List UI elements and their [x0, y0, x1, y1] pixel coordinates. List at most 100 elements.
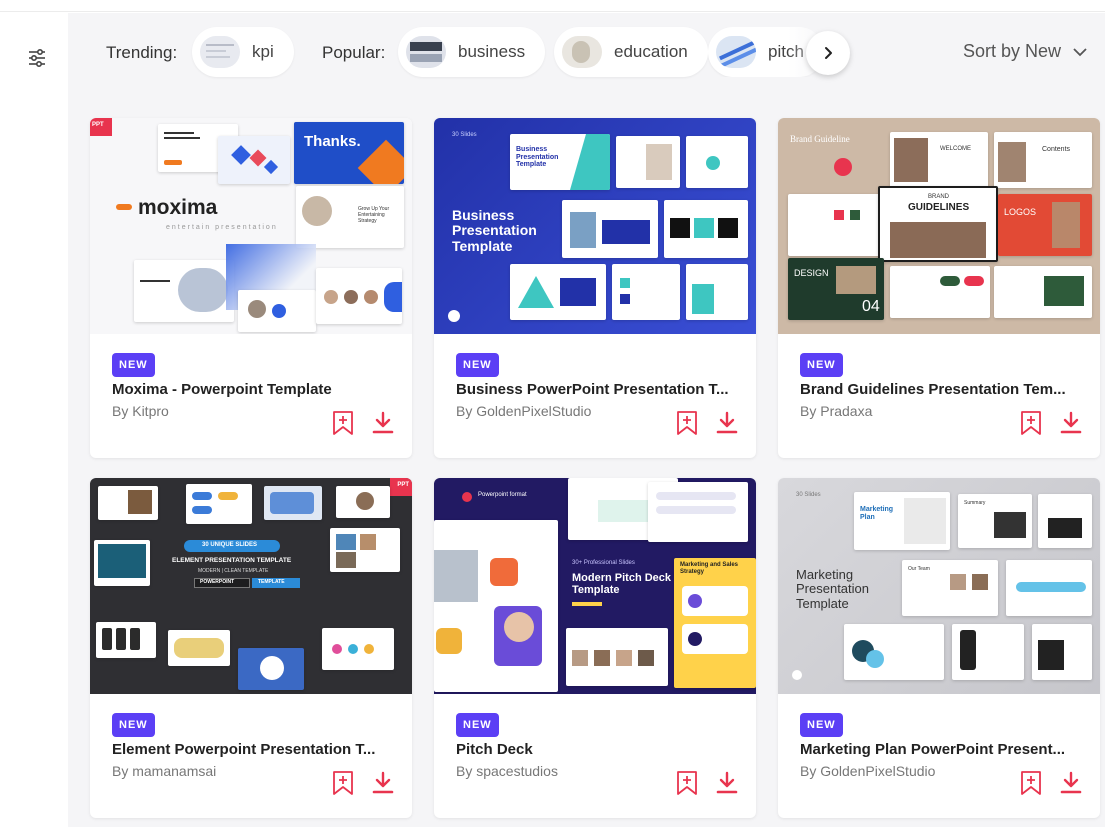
- card-title[interactable]: Element Powerpoint Presentation T...: [112, 741, 397, 758]
- download-icon[interactable]: [714, 770, 740, 796]
- card-author[interactable]: By GoldenPixelStudio: [800, 763, 935, 779]
- cover-text: Business Presentation Template: [516, 146, 559, 169]
- cover-text: Grow Up Your Entertaining Strategy: [358, 206, 390, 224]
- download-icon[interactable]: [370, 770, 396, 796]
- chip-thumbnail: [562, 36, 602, 68]
- cover-slide: [844, 624, 944, 680]
- template-card[interactable]: PPT Thanks. moxima entertain presentatio…: [90, 118, 412, 458]
- cover-subtitle: entertain presentation: [166, 224, 278, 231]
- chip-label: kpi: [252, 42, 274, 61]
- cover-text: Powerpoint format: [478, 492, 527, 498]
- card-title[interactable]: Moxima - Powerpoint Template: [112, 381, 397, 398]
- chip-thumbnail: [716, 36, 756, 68]
- card-cover[interactable]: PPT 30 UNIQUE SLIDES ELEMENT PRESENTATIO…: [90, 478, 412, 694]
- chip-kpi[interactable]: kpi: [192, 27, 294, 77]
- sidebar: [0, 13, 68, 827]
- card-title[interactable]: Business PowerPoint Presentation T...: [456, 381, 741, 398]
- cover-heading: Marketing Presentation Template: [796, 567, 869, 611]
- card-cover[interactable]: 30 Slides Marketing Plan Summary Marketi…: [778, 478, 1100, 694]
- card-author[interactable]: By spacestudios: [456, 763, 558, 779]
- cover-text: TEMPLATE: [258, 579, 285, 585]
- cover-slide: [168, 630, 230, 666]
- cover-slide: [1006, 560, 1092, 616]
- cover-slide: [322, 628, 394, 670]
- cover-text: 30+ Professional Slides: [572, 560, 635, 566]
- template-card[interactable]: 30 Slides Business Presentation Template…: [434, 118, 756, 458]
- sort-dropdown[interactable]: Sort by New: [963, 41, 1087, 62]
- cover-slide: [686, 136, 748, 188]
- cover-text: GUIDELINES: [908, 202, 970, 213]
- card-cover[interactable]: Brand Guideline WELCOME Contents BRAND G…: [778, 118, 1100, 334]
- trending-label: Trending:: [106, 43, 178, 62]
- top-divider: [0, 0, 1105, 12]
- card-author[interactable]: By Pradaxa: [800, 403, 872, 419]
- cover-slide: [238, 290, 316, 332]
- cover-text: POWERPOINT: [200, 579, 235, 585]
- card-cover[interactable]: Powerpoint format 30+ Professional Slide…: [434, 478, 756, 694]
- cover-slide: [1038, 494, 1092, 548]
- new-badge: NEW: [456, 713, 499, 737]
- template-card[interactable]: PPT 30 UNIQUE SLIDES ELEMENT PRESENTATIO…: [90, 478, 412, 818]
- card-author[interactable]: By GoldenPixelStudio: [456, 403, 591, 419]
- cover-slide: Our Team: [902, 560, 998, 616]
- card-title[interactable]: Brand Guidelines Presentation Tem...: [800, 381, 1085, 398]
- bookmark-plus-icon[interactable]: [330, 770, 356, 796]
- bookmark-plus-icon[interactable]: [674, 410, 700, 436]
- download-icon[interactable]: [370, 410, 396, 436]
- cover-slide: LOGOS: [998, 194, 1092, 256]
- bookmark-plus-icon[interactable]: [674, 770, 700, 796]
- cover-text: LOGOS: [1004, 207, 1037, 217]
- cover-text: BRAND: [928, 194, 950, 200]
- new-badge: NEW: [112, 353, 155, 377]
- template-card[interactable]: Brand Guideline WELCOME Contents BRAND G…: [778, 118, 1100, 458]
- chip-label: business: [458, 42, 526, 61]
- new-badge: NEW: [800, 713, 843, 737]
- chevron-right-icon[interactable]: [806, 31, 850, 75]
- cover-text: Thanks.: [304, 133, 361, 150]
- cover-slide: [952, 624, 1024, 680]
- template-card[interactable]: Powerpoint format 30+ Professional Slide…: [434, 478, 756, 818]
- sliders-icon[interactable]: [22, 43, 52, 73]
- chip-thumbnail: [200, 36, 240, 68]
- filter-bar: Trending: kpi Popular: business educatio…: [68, 13, 1105, 93]
- cover-badge: PPT: [397, 482, 409, 488]
- chevron-down-icon: [1073, 41, 1087, 62]
- bookmark-plus-icon[interactable]: [330, 410, 356, 436]
- download-icon[interactable]: [1058, 770, 1084, 796]
- chip-business[interactable]: business: [398, 27, 546, 77]
- cover-slide: Grow Up Your Entertaining Strategy: [296, 186, 404, 248]
- cover-slide: Business Presentation Template: [510, 134, 610, 190]
- cover-slide: [218, 136, 290, 184]
- popular-label: Popular:: [322, 43, 386, 62]
- cover-brand: moxima: [138, 196, 218, 219]
- cover-slide: Contents: [994, 132, 1092, 188]
- chip-education[interactable]: education: [554, 27, 708, 77]
- cover-badge: PPT: [92, 122, 104, 128]
- card-title[interactable]: Pitch Deck: [456, 741, 741, 758]
- download-icon[interactable]: [1058, 410, 1084, 436]
- cover-heading: Modern Pitch Deck Template: [572, 572, 672, 597]
- cover-text: DESIGN: [794, 268, 829, 278]
- card-cover[interactable]: PPT Thanks. moxima entertain presentatio…: [90, 118, 412, 334]
- cover-slide: [788, 194, 884, 256]
- cover-slide: [616, 136, 680, 188]
- bookmark-plus-icon[interactable]: [1018, 410, 1044, 436]
- template-card[interactable]: 30 Slides Marketing Plan Summary Marketi…: [778, 478, 1100, 818]
- cover-slide: Thanks.: [294, 122, 404, 184]
- bookmark-plus-icon[interactable]: [1018, 770, 1044, 796]
- card-cover[interactable]: 30 Slides Business Presentation Template…: [434, 118, 756, 334]
- card-title[interactable]: Marketing Plan PowerPoint Present...: [800, 741, 1085, 758]
- cover-heading: ELEMENT PRESENTATION TEMPLATE: [172, 557, 292, 564]
- card-author[interactable]: By Kitpro: [112, 403, 169, 419]
- cover-slide: [330, 528, 400, 572]
- card-author[interactable]: By mamanamsai: [112, 763, 216, 779]
- new-badge: NEW: [800, 353, 843, 377]
- cover-slide: Summary: [958, 494, 1032, 548]
- cover-text: 04: [862, 298, 880, 315]
- new-badge: NEW: [112, 713, 155, 737]
- download-icon[interactable]: [714, 410, 740, 436]
- cover-text: Marketing Plan: [860, 506, 894, 521]
- cover-slide: [562, 200, 658, 258]
- cover-slide: [890, 266, 990, 318]
- cover-slide: [664, 200, 748, 258]
